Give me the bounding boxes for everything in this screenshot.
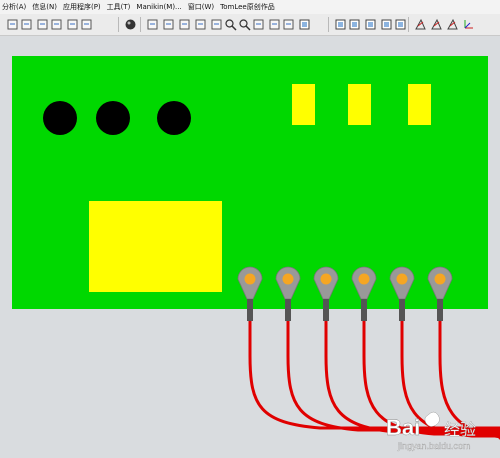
saved-views-icon[interactable] — [282, 18, 295, 31]
terminal-crimp — [247, 299, 253, 321]
menu-tools[interactable]: 工具(T) — [105, 0, 135, 14]
reorient-icon[interactable] — [268, 18, 281, 31]
terminal-hole — [396, 273, 408, 285]
watermark-brand-suffix: 经验 — [444, 420, 476, 439]
watermark-url: jingyan.baidu.com — [397, 441, 471, 451]
menu-manikin[interactable]: Manikin(M)... — [134, 0, 185, 14]
select-box-icon[interactable] — [80, 18, 93, 31]
menu-info[interactable]: 信息(N) — [30, 0, 61, 14]
small-pad — [348, 84, 371, 125]
terminal-crimp — [323, 299, 329, 321]
terminal-hole — [434, 273, 446, 285]
small-pad — [408, 84, 431, 125]
mounting-hole — [43, 101, 77, 135]
appearance-sphere-icon[interactable] — [124, 18, 137, 31]
baidu-watermark: Bai 经验 jingyan.baidu.com — [386, 411, 476, 451]
toolbar-separator — [328, 17, 329, 32]
paste-special-icon[interactable] — [36, 18, 49, 31]
display-shaded-icon[interactable] — [380, 18, 393, 31]
menu-window[interactable]: 窗口(W) — [186, 0, 218, 14]
regenerate-icon[interactable] — [66, 18, 79, 31]
spin-center-icon[interactable] — [162, 18, 175, 31]
model-scene — [12, 56, 500, 440]
terminal-crimp — [437, 299, 443, 321]
datum-axes-icon[interactable] — [430, 18, 443, 31]
small-pad — [292, 84, 315, 125]
terminal-crimp — [361, 299, 367, 321]
terminal-hole — [282, 273, 294, 285]
display-hidden-icon[interactable] — [348, 18, 361, 31]
mounting-hole — [157, 101, 191, 135]
toolbar-separator — [408, 17, 409, 32]
terminal-hole — [358, 273, 370, 285]
menu-applications[interactable]: 应用程序(P) — [61, 0, 105, 14]
copy-icon[interactable] — [6, 18, 19, 31]
terminal-hole — [244, 273, 256, 285]
mirror-paste-icon[interactable] — [50, 18, 63, 31]
datum-planes-icon[interactable] — [414, 18, 427, 31]
layers-icon[interactable] — [298, 18, 311, 31]
refit-icon[interactable] — [252, 18, 265, 31]
coordinate-systems-icon[interactable] — [462, 18, 475, 31]
paw-icon — [424, 411, 440, 427]
zoom-out-icon[interactable] — [238, 18, 251, 31]
graphics-viewport[interactable]: Bai 经验 jingyan.baidu.com — [0, 36, 500, 458]
toolbar — [0, 14, 500, 36]
display-no-hidden-icon[interactable] — [364, 18, 377, 31]
zoom-in-icon[interactable] — [224, 18, 237, 31]
menu-bar: 分析(A) 信息(N) 应用程序(P) 工具(T) Manikin(M)... 窗口(W)… — [0, 0, 500, 14]
terminal-hole — [320, 273, 332, 285]
toolbar-separator — [118, 17, 119, 32]
view-manager-icon[interactable] — [194, 18, 207, 31]
menu-tomlee[interactable]: TomLee原创作品 — [218, 0, 279, 14]
datum-points-icon[interactable] — [446, 18, 459, 31]
watermark-brand: Bai — [386, 415, 420, 440]
orient-icon[interactable] — [178, 18, 191, 31]
pan-icon[interactable] — [210, 18, 223, 31]
terminal-crimp — [285, 299, 291, 321]
menu-analysis[interactable]: 分析(A) — [0, 0, 30, 14]
display-wireframe-icon[interactable] — [334, 18, 347, 31]
display-enhanced-icon[interactable] — [394, 18, 407, 31]
large-pad — [89, 201, 222, 292]
terminal-crimp — [399, 299, 405, 321]
mounting-hole — [96, 101, 130, 135]
redraw-icon[interactable] — [146, 18, 159, 31]
toolbar-separator — [140, 17, 141, 32]
paste-icon[interactable] — [20, 18, 33, 31]
